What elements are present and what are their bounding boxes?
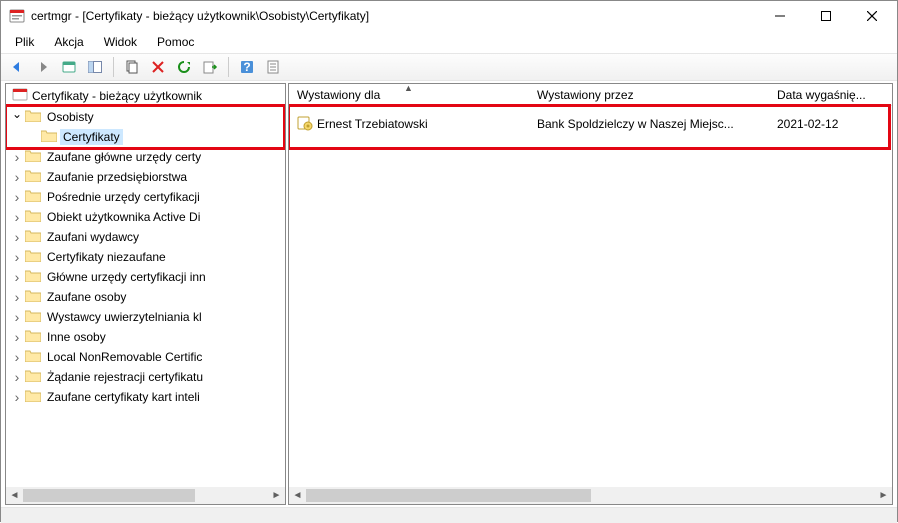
chevron-right-icon[interactable] — [10, 150, 24, 164]
folder-icon — [25, 329, 41, 345]
back-button[interactable] — [5, 55, 29, 79]
chevron-right-icon[interactable] — [10, 350, 24, 364]
scroll-left-icon[interactable]: ◄ — [289, 487, 306, 504]
tree-item-label: Zaufani wydawcy — [44, 229, 142, 245]
chevron-right-icon[interactable] — [10, 290, 24, 304]
column-issued-to[interactable]: Wystawiony dla ▲ — [289, 84, 529, 105]
folder-icon — [25, 309, 41, 325]
scroll-left-icon[interactable]: ◄ — [6, 487, 23, 504]
window-title: certmgr - [Certyfikaty - bieżący użytkow… — [31, 9, 369, 23]
scroll-right-icon[interactable]: ► — [268, 487, 285, 504]
tree-item-label: Certyfikaty niezaufane — [44, 249, 169, 265]
tree-item-label: Zaufane osoby — [44, 289, 129, 305]
folder-icon — [25, 189, 41, 205]
column-label: Wystawiony przez — [537, 88, 634, 102]
folder-icon — [25, 169, 41, 185]
tree-item-label: Inne osoby — [44, 329, 109, 345]
column-label: Data wygaśnię... — [777, 88, 866, 102]
tree-item-label: Pośrednie urzędy certyfikacji — [44, 189, 203, 205]
highlight-annotation — [288, 104, 891, 150]
chevron-right-icon[interactable] — [10, 390, 24, 404]
tree-item-label: Zaufane główne urzędy certy — [44, 149, 204, 165]
maximize-button[interactable] — [803, 1, 849, 31]
tree-root-label: Certyfikaty - bieżący użytkownik — [32, 89, 202, 103]
cert-root-icon — [12, 86, 28, 105]
tree-item-label: Zaufane certyfikaty kart inteli — [44, 389, 203, 405]
column-expiry[interactable]: Data wygaśnię... — [769, 84, 892, 105]
close-button[interactable] — [849, 1, 895, 31]
toolbar-separator — [113, 57, 114, 77]
tree-scrollbar[interactable]: ◄ ► — [6, 487, 285, 504]
statusbar — [1, 507, 897, 523]
folder-icon — [25, 389, 41, 405]
show-hide-tree-button[interactable] — [83, 55, 107, 79]
menu-help[interactable]: Pomoc — [149, 33, 202, 51]
tree-item[interactable]: Główne urzędy certyfikacji inn — [6, 267, 285, 287]
menu-action[interactable]: Akcja — [46, 33, 91, 51]
up-button[interactable] — [57, 55, 81, 79]
chevron-right-icon[interactable] — [10, 370, 24, 384]
tree-item[interactable]: Certyfikaty niezaufane — [6, 247, 285, 267]
chevron-right-icon[interactable] — [10, 210, 24, 224]
help-button[interactable]: ? — [235, 55, 259, 79]
folder-icon — [25, 209, 41, 225]
tree-item-label: Wystawcy uwierzytelniania kl — [44, 309, 205, 325]
chevron-right-icon[interactable] — [10, 330, 24, 344]
titlebar: certmgr - [Certyfikaty - bieżący użytkow… — [1, 1, 897, 31]
tree-item[interactable]: Wystawcy uwierzytelniania kl — [6, 307, 285, 327]
toolbar: ? — [1, 53, 897, 81]
export-button[interactable] — [198, 55, 222, 79]
tree-item[interactable]: Local NonRemovable Certific — [6, 347, 285, 367]
column-label: Wystawiony dla — [297, 88, 380, 102]
folder-icon — [25, 269, 41, 285]
list-scrollbar[interactable]: ◄ ► — [289, 487, 892, 504]
tree-pane: Certyfikaty - bieżący użytkownik Osobist… — [5, 83, 286, 505]
tree-item[interactable]: Żądanie rejestracji certyfikatu — [6, 367, 285, 387]
content-area: Certyfikaty - bieżący użytkownik Osobist… — [1, 81, 897, 507]
folder-icon — [25, 149, 41, 165]
folder-icon — [25, 289, 41, 305]
tree-item-label: Obiekt użytkownika Active Di — [44, 209, 203, 225]
tree-item-label: Local NonRemovable Certific — [44, 349, 205, 365]
folder-icon — [25, 349, 41, 365]
tree-item[interactable]: Zaufane główne urzędy certy — [6, 147, 285, 167]
app-icon — [9, 8, 25, 24]
svg-text:?: ? — [243, 60, 250, 74]
folder-icon — [25, 249, 41, 265]
refresh-button[interactable] — [172, 55, 196, 79]
chevron-right-icon[interactable] — [10, 310, 24, 324]
tree-item[interactable]: Obiekt użytkownika Active Di — [6, 207, 285, 227]
forward-button[interactable] — [31, 55, 55, 79]
menu-view[interactable]: Widok — [96, 33, 145, 51]
tree-item-label: Główne urzędy certyfikacji inn — [44, 269, 209, 285]
sort-asc-icon: ▲ — [404, 83, 413, 93]
tree-item[interactable]: Zaufane certyfikaty kart inteli — [6, 387, 285, 407]
list-pane: Wystawiony dla ▲ Wystawiony przez Data w… — [288, 83, 893, 505]
toolbar-separator — [228, 57, 229, 77]
tree-item[interactable]: Zaufani wydawcy — [6, 227, 285, 247]
column-issued-by[interactable]: Wystawiony przez — [529, 84, 769, 105]
tree-item[interactable]: Zaufanie przedsiębiorstwa — [6, 167, 285, 187]
chevron-right-icon[interactable] — [10, 190, 24, 204]
copy-button[interactable] — [120, 55, 144, 79]
tree-item[interactable]: Pośrednie urzędy certyfikacji — [6, 187, 285, 207]
tree-item[interactable]: Zaufane osoby — [6, 287, 285, 307]
minimize-button[interactable] — [757, 1, 803, 31]
menubar: Plik Akcja Widok Pomoc — [1, 31, 897, 53]
tree-item-label: Żądanie rejestracji certyfikatu — [44, 369, 206, 385]
folder-icon — [25, 369, 41, 385]
chevron-right-icon[interactable] — [10, 230, 24, 244]
properties-button[interactable] — [261, 55, 285, 79]
scroll-right-icon[interactable]: ► — [875, 487, 892, 504]
delete-button[interactable] — [146, 55, 170, 79]
chevron-right-icon[interactable] — [10, 170, 24, 184]
tree-item[interactable]: Inne osoby — [6, 327, 285, 347]
tree-item-label: Zaufanie przedsiębiorstwa — [44, 169, 190, 185]
chevron-right-icon[interactable] — [10, 250, 24, 264]
chevron-right-icon[interactable] — [10, 270, 24, 284]
menu-file[interactable]: Plik — [7, 33, 42, 51]
folder-icon — [25, 229, 41, 245]
list-header: Wystawiony dla ▲ Wystawiony przez Data w… — [289, 84, 892, 106]
highlight-annotation — [5, 104, 286, 150]
